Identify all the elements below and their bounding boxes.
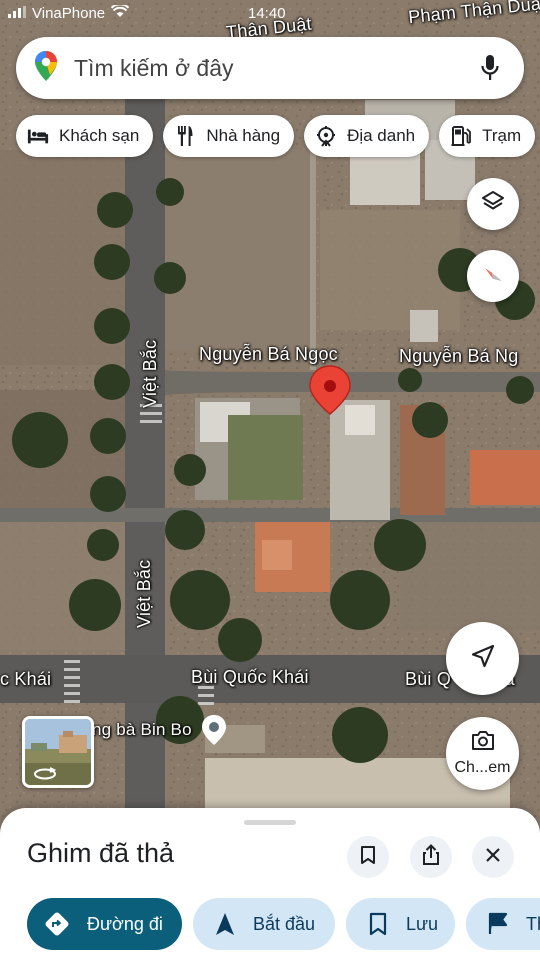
microphone-icon[interactable] <box>474 52 506 84</box>
street-view-thumbnail[interactable] <box>22 716 94 788</box>
search-input[interactable]: Tìm kiếm ở đây <box>74 55 474 82</box>
drag-handle[interactable] <box>244 820 296 825</box>
action-label: Đường đi <box>87 913 163 934</box>
place-marker-icon[interactable] <box>199 713 229 747</box>
action-label: Th <box>526 913 540 934</box>
clock: 14:40 <box>248 5 286 22</box>
road-label: Nguyễn Bá Ngọc <box>199 344 338 364</box>
road-label: c Khái <box>0 669 52 689</box>
directions-icon <box>43 910 71 938</box>
label-button[interactable]: Th <box>466 898 540 950</box>
layers-button[interactable] <box>467 178 519 230</box>
wifi-icon <box>110 3 130 22</box>
bookmark-icon <box>364 910 392 938</box>
chip-landmarks[interactable]: Địa danh <box>304 115 430 157</box>
bed-icon <box>27 125 49 147</box>
road-label: Nguyễn Bá Ng <box>399 346 519 366</box>
carrier-name: VinaPhone <box>32 5 106 22</box>
road-label: Việt Bắc <box>140 339 160 408</box>
compass-button[interactable] <box>467 250 519 302</box>
street-view-rotate-icon <box>33 765 57 785</box>
bookmark-icon <box>360 845 376 870</box>
navigation-arrow-icon <box>211 910 239 938</box>
navigation-arrow-icon <box>469 642 497 675</box>
bottom-sheet[interactable]: Ghim đã thả Đường đi Bắt đầu Lưu T <box>0 808 540 960</box>
chip-hotels[interactable]: Khách sạn <box>16 115 154 157</box>
camera-button-label: Ch...em <box>454 759 511 776</box>
start-button[interactable]: Bắt đầu <box>193 898 335 950</box>
action-label: Lưu <box>406 913 439 934</box>
close-icon <box>485 847 501 868</box>
gas-station-icon <box>450 125 472 147</box>
close-button[interactable] <box>472 836 514 878</box>
chip-label: Địa danh <box>347 126 416 145</box>
road-label: Bùi Quốc Khái <box>191 667 309 687</box>
layers-icon <box>480 189 506 220</box>
chip-label: Trạm <box>482 126 522 145</box>
chip-label: Nhà hàng <box>206 126 281 145</box>
place-label: ng bà Bin Bo <box>92 720 192 739</box>
road-label: Việt Bắc <box>134 559 154 628</box>
camera-search-button[interactable]: Ch...em <box>446 717 519 790</box>
action-label: Bắt đầu <box>253 913 316 934</box>
flag-icon <box>484 910 512 938</box>
landmark-icon <box>315 125 337 147</box>
save-icon-button[interactable] <box>347 836 389 878</box>
chip-label: Khách sạn <box>59 126 140 145</box>
save-button[interactable]: Lưu <box>346 898 455 950</box>
compass-icon <box>479 260 507 293</box>
share-button[interactable] <box>410 836 452 878</box>
chip-gas-stations[interactable]: Trạm <box>439 115 536 157</box>
search-bar[interactable]: Tìm kiếm ở đây <box>16 37 524 99</box>
restaurant-icon <box>174 125 196 147</box>
status-bar: VinaPhone 14:40 <box>0 0 540 30</box>
signal-icon <box>8 5 26 22</box>
share-icon <box>422 843 440 871</box>
my-location-button[interactable] <box>446 622 519 695</box>
sheet-title: Ghim đã thả <box>27 838 175 868</box>
chip-restaurants[interactable]: Nhà hàng <box>163 115 295 157</box>
category-chips: Khách sạn Nhà hàng Địa danh Trạm <box>16 115 536 157</box>
directions-button[interactable]: Đường đi <box>27 898 182 950</box>
maps-logo-icon <box>34 50 58 87</box>
camera-icon <box>470 728 496 757</box>
